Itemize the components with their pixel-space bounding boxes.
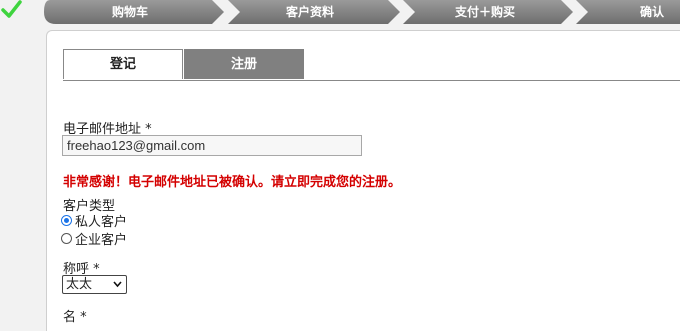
- checkmark-icon: [1, 0, 22, 18]
- step-confirm-label: 确认: [639, 5, 664, 19]
- email-field[interactable]: freehao123@gmail.com: [62, 135, 362, 156]
- tab-register[interactable]: 注册: [184, 49, 304, 79]
- tab-login[interactable]: 登记: [63, 49, 183, 79]
- confirmation-message: 非常感谢！电子邮件地址已被确认。请立即完成您的注册。: [63, 175, 402, 190]
- customer-type-private-option[interactable]: 私人客户: [61, 211, 128, 230]
- salutation-value: 太太: [66, 277, 93, 292]
- step-customer-label: 客户资料: [285, 5, 334, 19]
- business-customer-radio[interactable]: [61, 232, 72, 244]
- registration-panel: 登记 注册 电子邮件地址 * freehao123@gmail.com 非常感谢…: [46, 30, 680, 331]
- step-cart-label: 购物车: [111, 5, 148, 19]
- private-customer-label: 私人客户: [75, 214, 128, 230]
- salutation-select[interactable]: 太太: [62, 275, 127, 294]
- business-customer-label: 企业客户: [75, 232, 128, 248]
- chevron-down-icon: [113, 281, 122, 288]
- checkout-progress-steps: 购物车 客户资料 支付＋购买 确认: [0, 0, 680, 26]
- customer-type-business-option[interactable]: 企业客户: [61, 229, 128, 248]
- step-payment-label: 支付＋购买: [454, 5, 515, 19]
- private-customer-radio[interactable]: [61, 214, 72, 226]
- auth-tabs: 登记 注册: [63, 49, 680, 81]
